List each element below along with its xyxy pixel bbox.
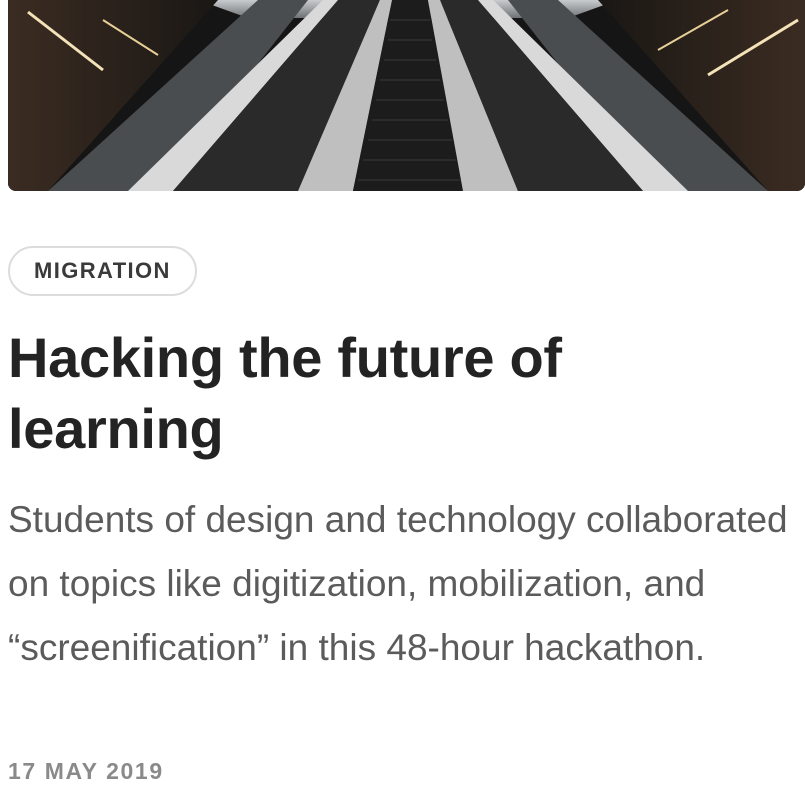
article-title[interactable]: Hacking the future of learning [8, 322, 788, 464]
category-tag[interactable]: MIGRATION [8, 246, 197, 296]
article-date: 17 MAY 2019 [8, 758, 164, 784]
escalator-illustration [8, 0, 805, 191]
article-summary: Students of design and technology collab… [8, 499, 788, 668]
article-hero-image[interactable] [8, 0, 805, 191]
